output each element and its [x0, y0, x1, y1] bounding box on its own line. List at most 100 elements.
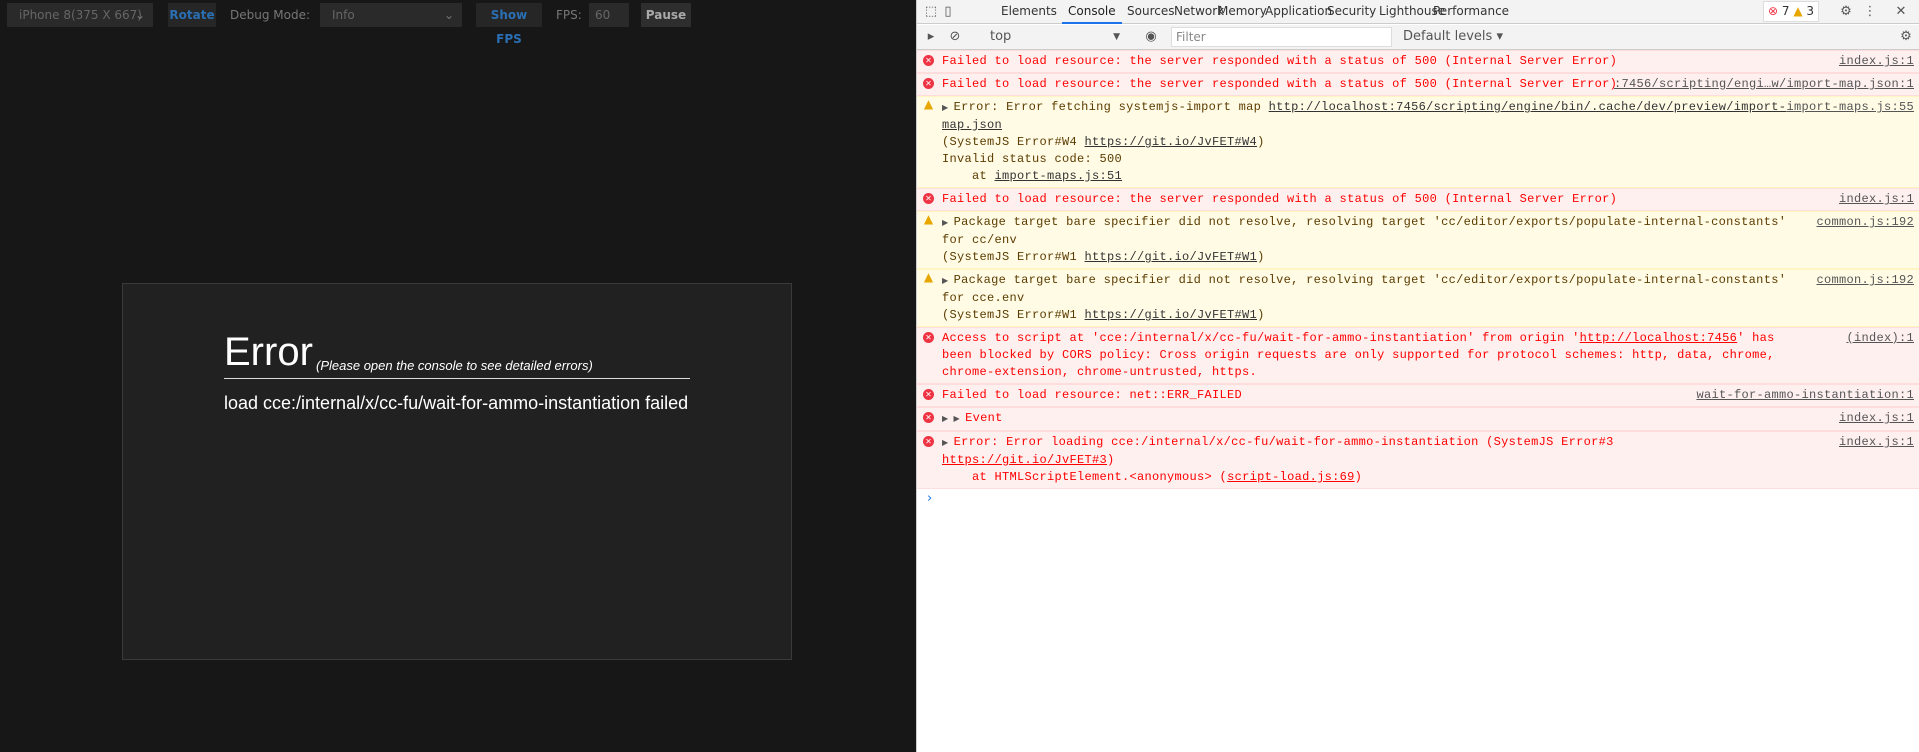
dropdown-arrow-icon: ▼	[1113, 32, 1120, 42]
message-link[interactable]: https://git.io/JvFET#W4	[1085, 135, 1258, 149]
message-text: Package target bare specifier did not re…	[942, 273, 1794, 305]
source-link[interactable]: common.js:192	[1816, 272, 1914, 289]
error-icon: ✕	[923, 436, 934, 447]
source-link[interactable]: :7456/scripting/engi…w/import-map.json:1	[1614, 76, 1914, 93]
message-text: at HTMLScriptElement.<anonymous> (	[942, 470, 1228, 484]
inspect-element-icon[interactable]: ⬚	[923, 0, 939, 24]
message-text: )	[1257, 250, 1265, 264]
message-text: Error: Error loading cce:/internal/x/cc-…	[953, 435, 1622, 449]
error-icon: ⊗	[1768, 4, 1779, 18]
expand-arrow-icon[interactable]: ▶	[942, 277, 954, 286]
divider	[224, 378, 690, 379]
pause-button[interactable]: Pause	[641, 3, 691, 27]
issues-badge[interactable]: ⊗ 7 ▲ 3	[1763, 1, 1820, 22]
more-menu-icon[interactable]: ⋮	[1863, 0, 1877, 24]
message-text: Invalid status code: 500	[942, 152, 1123, 166]
source-link[interactable]: common.js:192	[1816, 214, 1914, 231]
message-text: Error: Error fetching systemjs-import ma…	[953, 100, 1269, 114]
debug-mode-label: Debug Mode:	[230, 8, 311, 22]
error-icon: ✕	[923, 193, 934, 204]
expand-arrow-icon[interactable]: ▶	[942, 104, 954, 113]
error-title: Error	[224, 330, 313, 374]
device-toolbar-icon[interactable]: ▯	[941, 0, 955, 24]
chevron-down-icon: ⌄	[134, 8, 145, 22]
close-icon[interactable]: ✕	[1893, 0, 1909, 24]
message-link[interactable]: http://localhost:7456	[1580, 331, 1738, 345]
devtools-tab-bar: ⬚ ▯ Elements Console Sources Network Memory A…	[917, 0, 1919, 24]
error-icon: ✕	[923, 412, 934, 423]
console-message: ✕ Failed to load resource: the server res…	[917, 73, 1919, 96]
message-text: Failed to load resource: the server resp…	[942, 77, 1618, 91]
clear-console-icon[interactable]: ⊘	[947, 25, 963, 49]
message-link[interactable]: script-load.js:69	[1227, 470, 1355, 484]
log-levels-select[interactable]: Default levels ▾	[1403, 25, 1503, 49]
source-link[interactable]: index.js:1	[1839, 410, 1914, 427]
message-link[interactable]: https://git.io/JvFET#W1	[1085, 250, 1258, 264]
message-text: Failed to load resource: the server resp…	[942, 192, 1618, 206]
error-icon: ✕	[923, 55, 934, 66]
message-text: (SystemJS Error#W4	[942, 135, 1085, 149]
source-link[interactable]: (index):1	[1846, 330, 1914, 347]
console-toolbar: ▸ ⊘ top ▼ ◉ Filter Default levels ▾ ⚙	[917, 25, 1919, 50]
source-link[interactable]: index.js:1	[1839, 191, 1914, 208]
warning-count: 3	[1806, 4, 1815, 18]
message-text: Access to script at 'cce:/internal/x/cc-…	[942, 331, 1580, 345]
message-text: )	[1354, 470, 1363, 484]
console-message: ✕ Failed to load resource: the server res…	[917, 188, 1919, 211]
source-link[interactable]: index.js:1	[1839, 434, 1914, 451]
error-message: load cce:/internal/x/cc-fu/wait-for-ammo…	[224, 393, 689, 413]
console-message: ▲ ▶ Package target bare specifier did not…	[917, 211, 1919, 269]
context-select[interactable]: top ▼	[990, 25, 1140, 49]
source-link[interactable]: wait-for-ammo-instantiation:1	[1696, 387, 1914, 404]
fps-input[interactable]: 60	[589, 3, 629, 27]
console-message: ▲ ▶ Error: Error fetching systemjs-import…	[917, 96, 1919, 188]
source-link[interactable]: import-maps.js:55	[1786, 99, 1914, 116]
warning-icon: ▲	[1793, 4, 1803, 18]
console-message: ✕ Access to script at 'cce:/internal/x/cc…	[917, 327, 1919, 384]
console-settings-icon[interactable]: ⚙	[1897, 25, 1915, 49]
debug-mode-value: Info	[332, 8, 355, 22]
message-text: Failed to load resource: net::ERR_FAILED	[942, 388, 1243, 402]
warning-icon: ▲	[923, 270, 934, 284]
tab-performance[interactable]: Performance	[1427, 0, 1515, 24]
error-subtitle: (Please open the console to see detailed…	[316, 358, 593, 373]
expand-arrow-icon[interactable]: ▶	[942, 439, 954, 448]
message-text: Event	[965, 411, 1003, 425]
console-message: ✕ Failed to load resource: the server res…	[917, 50, 1919, 73]
message-text: at	[942, 169, 995, 183]
message-link[interactable]: https://git.io/JvFET#W1	[1085, 308, 1258, 322]
error-count: 7	[1781, 4, 1790, 18]
console-message: ✕ Failed to load resource: net::ERR_FAILE…	[917, 384, 1919, 407]
message-text: Package target bare specifier did not re…	[942, 215, 1794, 247]
chevron-down-icon: ⌄	[443, 8, 454, 22]
gear-icon[interactable]: ⚙	[1837, 0, 1855, 24]
debug-mode-select[interactable]: Info ⌄	[320, 3, 462, 27]
game-preview-panel: iPhone 8(375 X 667) ⌄ Rotate Debug Mode: …	[0, 0, 916, 752]
console-message: ✕ ▶ Error: Error loading cce:/internal/x/…	[917, 431, 1919, 489]
tab-elements[interactable]: Elements	[995, 0, 1063, 24]
message-link[interactable]: https://git.io/JvFET#3	[942, 453, 1107, 467]
error-icon: ✕	[923, 389, 934, 400]
warning-icon: ▲	[923, 212, 934, 226]
message-text: (SystemJS Error#W1	[942, 308, 1085, 322]
message-text: )	[1257, 308, 1265, 322]
devtools-panel: ⬚ ▯ Elements Console Sources Network Memory A…	[916, 0, 1919, 752]
warning-icon: ▲	[923, 97, 934, 111]
device-select[interactable]: iPhone 8(375 X 667) ⌄	[7, 3, 153, 27]
message-link[interactable]: import-maps.js:51	[995, 169, 1123, 183]
source-link[interactable]: index.js:1	[1839, 53, 1914, 70]
expand-arrow-icon[interactable]: ▶ ▶	[942, 415, 965, 424]
message-text: )	[1257, 135, 1265, 149]
filter-input[interactable]: Filter	[1171, 27, 1392, 47]
expand-arrow-icon[interactable]: ▶	[942, 219, 954, 228]
eye-icon[interactable]: ◉	[1143, 25, 1159, 49]
error-icon: ✕	[923, 78, 934, 89]
rotate-button[interactable]: Rotate	[168, 3, 216, 27]
error-panel: Error (Please open the console to see de…	[122, 283, 792, 660]
show-fps-button[interactable]: Show FPS	[476, 3, 542, 46]
console-prompt-input[interactable]: ›	[917, 489, 1919, 508]
device-value: iPhone 8(375 X 667)	[19, 8, 142, 22]
tab-console[interactable]: Console	[1062, 0, 1122, 24]
sidebar-toggle-icon[interactable]: ▸	[923, 25, 939, 49]
message-text: Failed to load resource: the server resp…	[942, 54, 1618, 68]
